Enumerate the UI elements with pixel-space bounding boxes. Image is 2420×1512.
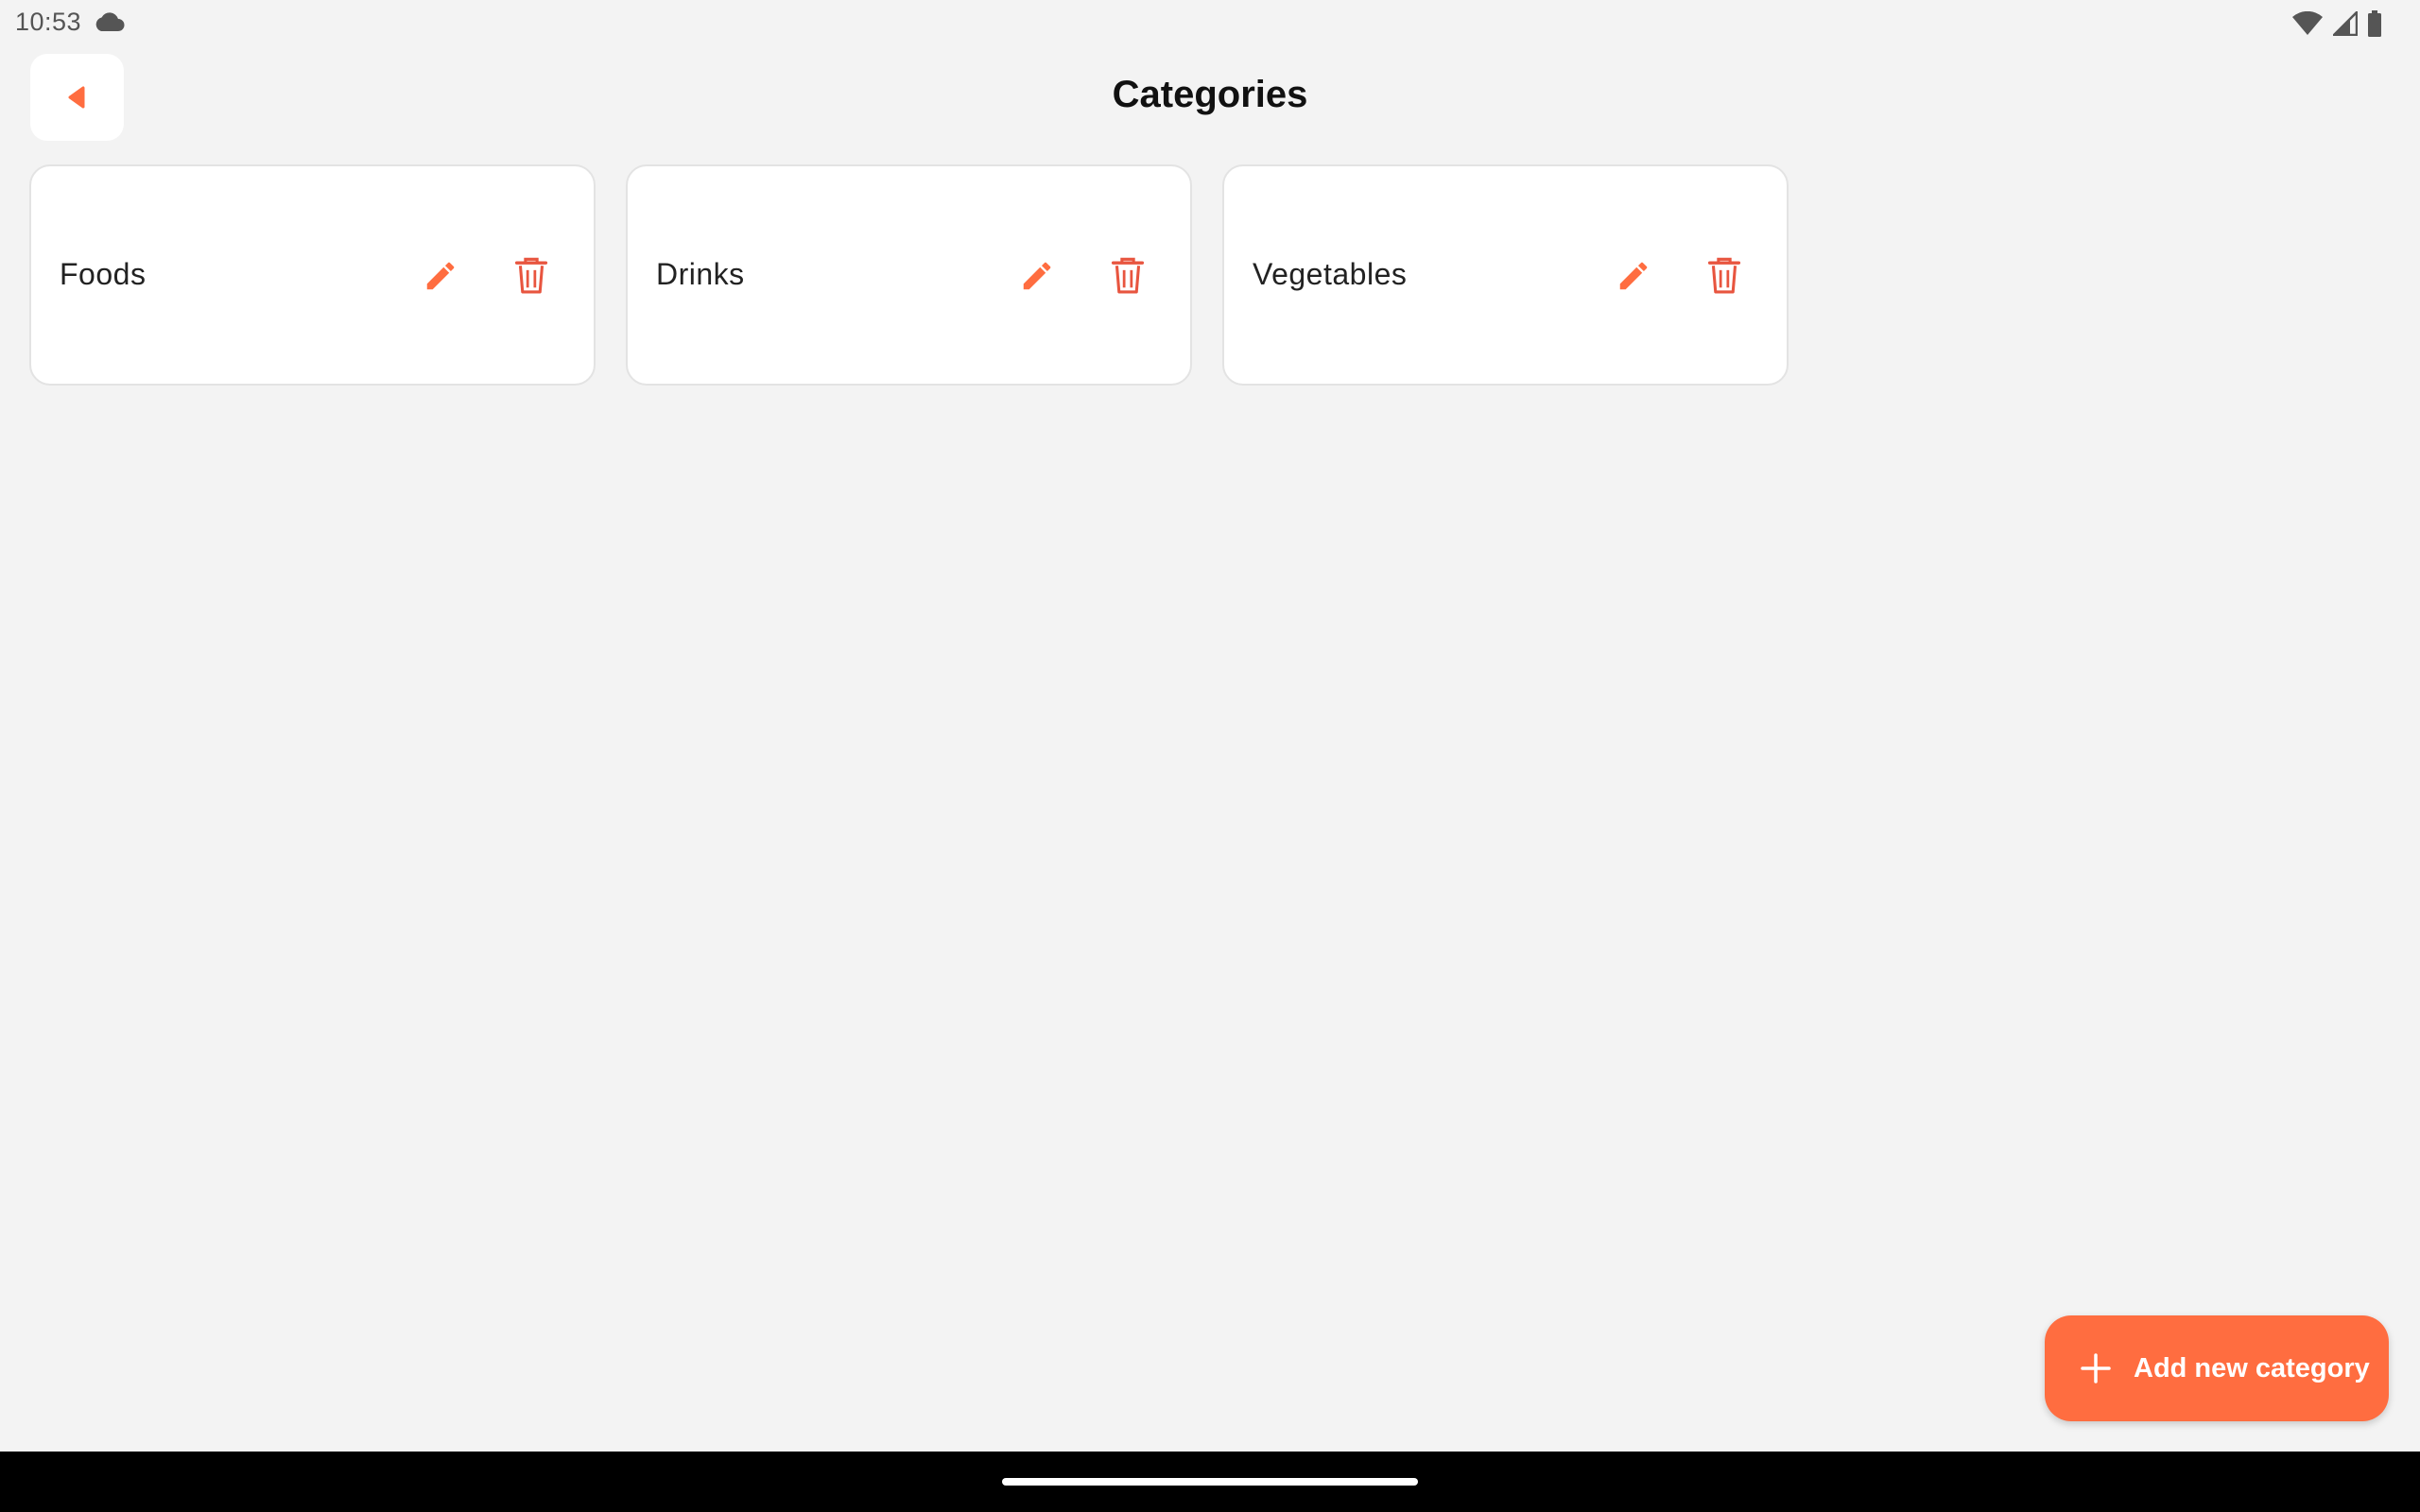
category-label: Foods [60,257,147,291]
cloud-icon [95,12,125,31]
edit-button[interactable] [1011,249,1063,302]
delete-button[interactable] [1698,249,1751,302]
wifi-icon [2292,11,2323,35]
plus-icon [2081,1353,2111,1383]
category-label: Drinks [656,257,745,291]
signal-icon [2333,11,2358,36]
category-label: Vegetables [1253,257,1408,291]
status-time: 10:53 [15,8,82,36]
add-category-label: Add new category [2134,1352,2370,1383]
trash-icon [1111,257,1145,294]
delete-button[interactable] [505,249,558,302]
pencil-icon [426,262,455,290]
category-list: Foods Drinks Vegetables [29,164,1789,386]
screen: 10:53 Categories Foods Drinks Vegetables… [0,0,2420,1512]
category-card[interactable]: Vegetables [1222,164,1789,386]
edit-button[interactable] [1607,249,1660,302]
page-title: Categories [1112,74,1308,115]
status-icons [2291,9,2382,38]
add-category-button[interactable]: Add new category [2045,1315,2389,1421]
trash-icon [1707,257,1741,294]
delete-button[interactable] [1101,249,1154,302]
battery-icon [2368,10,2381,37]
category-card[interactable]: Drinks [626,164,1192,386]
pencil-icon [1023,262,1051,290]
pencil-icon [1619,262,1648,290]
status-bar: 10:53 [0,0,2420,47]
navigation-bar [0,1452,2420,1512]
category-card[interactable]: Foods [29,164,596,386]
home-handle[interactable] [1002,1478,1418,1486]
trash-icon [514,257,548,294]
edit-button[interactable] [414,249,467,302]
